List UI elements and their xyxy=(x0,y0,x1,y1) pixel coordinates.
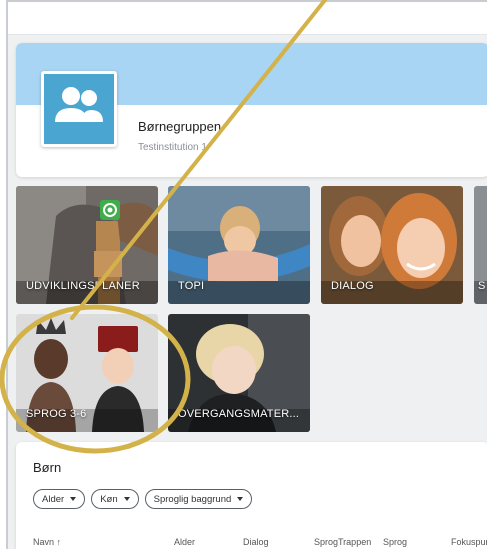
column-fokuspunkt[interactable]: Fokuspunk xyxy=(451,537,487,547)
top-bar xyxy=(8,2,487,35)
tile-dialog[interactable]: DIALOG xyxy=(321,186,463,304)
filter-label: Køn xyxy=(100,493,118,505)
institution-name: Testinstitution 1 xyxy=(138,142,207,153)
filter-koen[interactable]: Køn xyxy=(91,489,139,509)
caret-down-icon xyxy=(123,497,130,501)
children-section: Børn Alder Køn Sproglig baggrund Navn ↑ … xyxy=(16,442,487,549)
tile-label: S xyxy=(478,280,486,292)
tile-label: TOPI xyxy=(178,280,205,292)
app-frame: Børnegruppen Testinstitution 1 UDVIKLING… xyxy=(6,0,487,549)
column-alder[interactable]: Alder xyxy=(174,537,195,547)
tile-sprog-3-6[interactable]: SPROG 3-6 xyxy=(16,314,158,432)
filter-sproglig-baggrund[interactable]: Sproglig baggrund xyxy=(144,489,253,509)
tile-label: UDVIKLINGSPLANER xyxy=(26,280,140,292)
group-name: Børnegruppen xyxy=(138,119,222,134)
filter-bar: Alder Køn Sproglig baggrund xyxy=(33,489,253,509)
tile-label: DIALOG xyxy=(331,280,374,292)
tile-topi[interactable]: TOPI xyxy=(168,186,310,304)
column-navn[interactable]: Navn ↑ xyxy=(33,537,61,547)
caret-down-icon xyxy=(70,497,77,501)
children-title: Børn xyxy=(33,460,62,475)
tile-overgangsmateriale[interactable]: OVERGANGSMATER... xyxy=(168,314,310,432)
green-circle-badge-icon xyxy=(100,200,120,220)
tile-label: OVERGANGSMATER... xyxy=(178,408,300,420)
group-header-card: Børnegruppen Testinstitution 1 xyxy=(16,43,487,177)
filter-alder[interactable]: Alder xyxy=(33,489,86,509)
tile-label: SPROG 3-6 xyxy=(26,408,87,420)
column-sprog[interactable]: Sprog xyxy=(383,537,407,547)
filter-label: Sproglig baggrund xyxy=(153,493,232,505)
filter-label: Alder xyxy=(42,493,65,505)
tile-udviklingsplaner[interactable]: UDVIKLINGSPLANER xyxy=(16,186,158,304)
caret-down-icon xyxy=(237,497,244,501)
tile-partial[interactable]: S xyxy=(474,186,487,304)
column-sprogtrappen[interactable]: SprogTrappen xyxy=(314,537,371,547)
people-group-icon xyxy=(41,71,117,147)
column-dialog[interactable]: Dialog xyxy=(243,537,269,547)
